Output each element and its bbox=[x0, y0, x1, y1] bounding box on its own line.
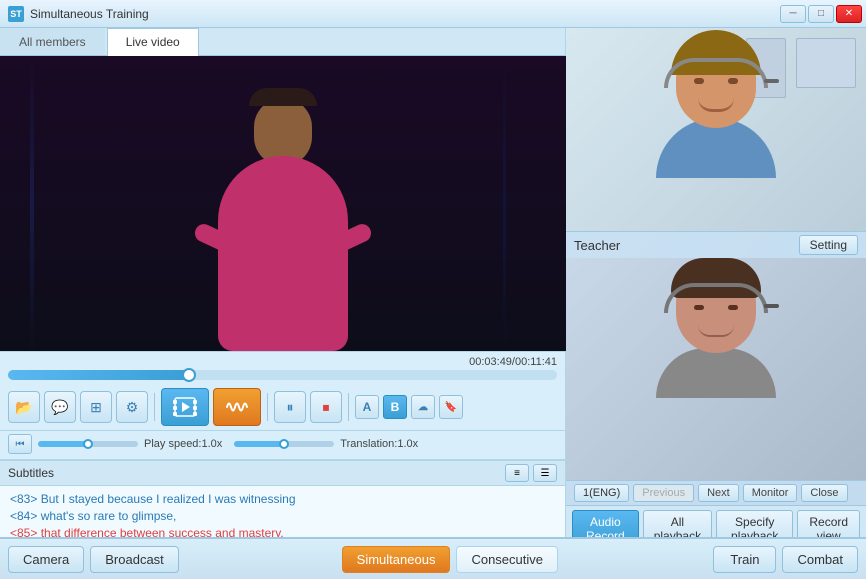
settings-button[interactable]: ⚙ bbox=[116, 391, 148, 423]
app-icon: ST bbox=[8, 6, 24, 22]
student-shoulders bbox=[656, 348, 776, 398]
next-button[interactable]: Next bbox=[698, 484, 739, 502]
time-display: 00:03:49/00:11:41 bbox=[8, 356, 557, 368]
monitor-button[interactable]: Monitor bbox=[743, 484, 798, 502]
subtitle-line-83: <83> But I stayed because I realized I w… bbox=[10, 492, 555, 506]
separator-2 bbox=[267, 393, 268, 421]
translation-speed-track[interactable] bbox=[234, 441, 334, 447]
comment-button[interactable]: 💬 bbox=[44, 391, 76, 423]
title-bar: ST Simultaneous Training ─ □ ✕ bbox=[0, 0, 866, 28]
lang-badge: 1(ENG) bbox=[574, 484, 629, 502]
subtitles-icon-2[interactable]: ☰ bbox=[533, 464, 557, 482]
tab-live-video[interactable]: Live video bbox=[107, 28, 199, 56]
translation-speed-label: Translation:1.0x bbox=[340, 438, 418, 450]
teacher-label: Teacher bbox=[574, 238, 620, 253]
pause-button[interactable]: ⏸ bbox=[274, 391, 306, 423]
teacher-mic bbox=[764, 79, 779, 83]
consecutive-button[interactable]: Consecutive bbox=[456, 546, 558, 573]
separator-3 bbox=[348, 393, 349, 421]
speed-bar: ⏮ Play speed:1.0x Translation:1.0x bbox=[0, 431, 565, 460]
bottom-bar-left: Camera Broadcast Simultaneous Consecutiv… bbox=[0, 537, 566, 579]
tabs-bar: All members Live video bbox=[0, 28, 565, 56]
play-speed-thumb[interactable] bbox=[83, 439, 93, 449]
progress-track[interactable] bbox=[8, 370, 557, 380]
alpha-c-button[interactable]: ☁ bbox=[411, 395, 435, 419]
teacher-headset bbox=[664, 58, 768, 88]
wave-icon bbox=[225, 396, 249, 418]
teacher-bg bbox=[566, 28, 866, 258]
subtitles-icon-1[interactable]: ≡ bbox=[505, 464, 529, 482]
subtitles-header: Subtitles ≡ ☰ bbox=[0, 461, 565, 486]
wave-button[interactable] bbox=[213, 388, 261, 426]
window-controls: ─ □ ✕ bbox=[780, 5, 862, 23]
window-title: Simultaneous Training bbox=[30, 7, 149, 21]
teacher-label-bar: Teacher Setting bbox=[566, 231, 866, 258]
camera-button[interactable]: Camera bbox=[8, 546, 84, 573]
student-mic bbox=[764, 304, 779, 308]
translation-speed-fill bbox=[234, 441, 284, 447]
close-button-student[interactable]: Close bbox=[801, 484, 847, 502]
stop-button[interactable]: ⏹ bbox=[310, 391, 342, 423]
progress-thumb[interactable] bbox=[182, 368, 196, 382]
translation-speed-thumb[interactable] bbox=[279, 439, 289, 449]
broadcast-button[interactable]: Broadcast bbox=[90, 546, 179, 573]
previous-button[interactable]: Previous bbox=[633, 484, 694, 502]
subtitles-icon-bar: ≡ ☰ bbox=[505, 464, 557, 482]
maximize-button[interactable]: □ bbox=[808, 5, 834, 23]
tab-all-members[interactable]: All members bbox=[0, 28, 105, 55]
student-bg bbox=[566, 258, 866, 505]
minimize-button[interactable]: ─ bbox=[780, 5, 806, 23]
controls-bar: 📂 💬 ⊞ ⚙ bbox=[0, 384, 565, 431]
progress-fill bbox=[8, 370, 189, 380]
progress-area: 00:03:49/00:11:41 bbox=[0, 351, 565, 384]
separator-1 bbox=[154, 393, 155, 421]
rewind-button[interactable]: ⏮ bbox=[8, 434, 32, 454]
film-icon bbox=[173, 396, 197, 418]
simultaneous-button[interactable]: Simultaneous bbox=[342, 546, 451, 573]
teacher-head bbox=[676, 38, 756, 128]
right-panel: Teacher Setting bbox=[566, 28, 866, 579]
alpha-d-button[interactable]: 🔖 bbox=[439, 395, 463, 419]
close-button[interactable]: ✕ bbox=[836, 5, 862, 23]
setting-button[interactable]: Setting bbox=[799, 235, 858, 255]
alpha-b-button[interactable]: B bbox=[383, 395, 407, 419]
subtitles-title: Subtitles bbox=[8, 466, 54, 480]
play-speed-label: Play speed:1.0x bbox=[144, 438, 222, 450]
film-button[interactable] bbox=[161, 388, 209, 426]
play-speed-fill bbox=[38, 441, 88, 447]
teacher-person bbox=[656, 38, 776, 178]
student-head bbox=[676, 263, 756, 353]
main-container: All members Live video bbox=[0, 28, 866, 579]
alpha-a-button[interactable]: A bbox=[355, 395, 379, 419]
teacher-video: Teacher Setting bbox=[566, 28, 866, 258]
student-video: 1(ENG) Previous Next Monitor Close bbox=[566, 258, 866, 505]
left-panel: All members Live video bbox=[0, 28, 566, 579]
subtitle-line-84: <84> what's so rare to glimpse, bbox=[10, 509, 555, 523]
play-speed-track[interactable] bbox=[38, 441, 138, 447]
student-person bbox=[656, 263, 776, 398]
main-video bbox=[0, 56, 566, 351]
train-button[interactable]: Train bbox=[713, 546, 776, 573]
video-placeholder bbox=[0, 56, 566, 351]
student-label-bar: 1(ENG) Previous Next Monitor Close bbox=[566, 480, 866, 505]
combat-button[interactable]: Combat bbox=[782, 546, 858, 573]
grid-button[interactable]: ⊞ bbox=[80, 391, 112, 423]
bottom-bar-right: Train Combat bbox=[566, 537, 866, 579]
student-headset bbox=[664, 283, 768, 313]
folder-button[interactable]: 📂 bbox=[8, 391, 40, 423]
speaker-figure bbox=[183, 91, 383, 351]
